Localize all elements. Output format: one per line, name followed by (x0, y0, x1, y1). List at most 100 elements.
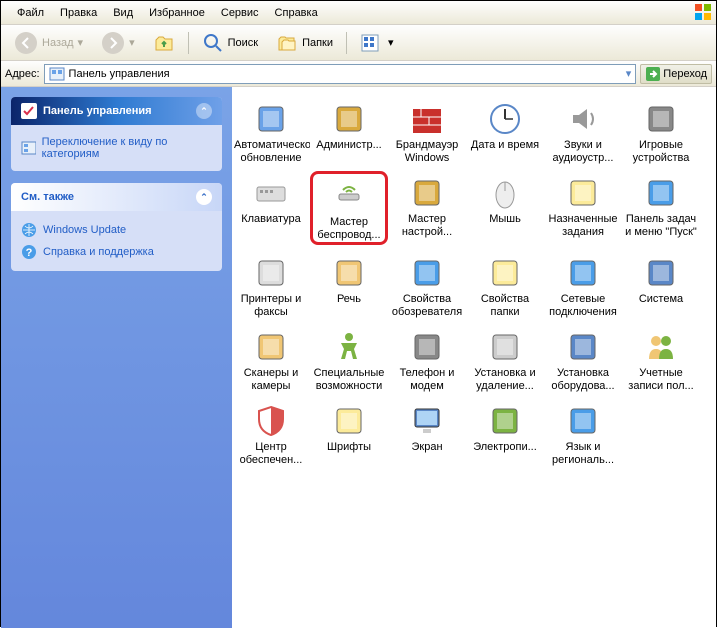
cpl-item-datetime[interactable]: Дата и время (466, 97, 544, 165)
separator (188, 32, 189, 54)
scanners-icon (253, 329, 289, 365)
cpl-item-display[interactable]: Экран (388, 399, 466, 467)
views-button[interactable]: ▾ (353, 30, 401, 56)
panel-title: См. также (21, 191, 74, 203)
menu-item[interactable]: Сервис (213, 3, 267, 23)
printers-icon (253, 255, 289, 291)
globe-icon (21, 222, 37, 238)
toolbar: Назад ▾ ▾ Поиск Папки ▾ (1, 25, 716, 61)
sidebar-link-help[interactable]: ? Справка и поддержка (21, 241, 212, 263)
link-label: Справка и поддержка (43, 246, 154, 258)
icon-label: Звуки и аудиоустр... (544, 139, 622, 165)
cpl-item-security[interactable]: Центр обеспечен... (232, 399, 310, 467)
cpl-item-firewall[interactable]: Брандмауэр Windows (388, 97, 466, 165)
panel-body: Windows Update ? Справка и поддержка (11, 211, 222, 271)
folderopt-icon (487, 255, 523, 291)
checkmark-icon (21, 103, 37, 119)
cpl-item-regional[interactable]: Язык и региональ... (544, 399, 622, 467)
icon-label: Клавиатура (232, 213, 310, 226)
game-icon (643, 101, 679, 137)
icon-label: Система (622, 293, 700, 306)
cpl-item-speech[interactable]: Речь (310, 251, 388, 319)
dropdown-icon[interactable]: ▾ (626, 67, 632, 80)
cpl-item-inetopt[interactable]: Свойства обозревателя (388, 251, 466, 319)
cpl-item-mouse[interactable]: Мышь (466, 171, 544, 245)
cpl-item-game[interactable]: Игровые устройства (622, 97, 700, 165)
menu-item[interactable]: Вид (105, 3, 141, 23)
cpl-item-netconn[interactable]: Сетевые подключения (544, 251, 622, 319)
icon-label: Свойства папки (466, 293, 544, 319)
collapse-icon[interactable]: ⌃ (196, 103, 212, 119)
cpl-item-folderopt[interactable]: Свойства папки (466, 251, 544, 319)
folders-label: Папки (302, 37, 333, 49)
sidebar-link-windows-update[interactable]: Windows Update (21, 219, 212, 241)
cpl-item-addhw[interactable]: Установка оборудова... (544, 325, 622, 393)
separator (346, 32, 347, 54)
addhw-icon (565, 329, 601, 365)
cpl-item-printers[interactable]: Принтеры и факсы (232, 251, 310, 319)
cpl-item-admin[interactable]: Администр... (310, 97, 388, 165)
cpl-item-wireless[interactable]: Мастер беспровод... (310, 171, 388, 245)
link-label: Windows Update (43, 224, 126, 236)
cpl-item-taskbar[interactable]: Панель задач и меню "Пуск" (622, 171, 700, 245)
icon-label: Мышь (466, 213, 544, 226)
security-icon (253, 403, 289, 439)
inetopt-icon (409, 255, 445, 291)
cpl-item-power[interactable]: Электропи... (466, 399, 544, 467)
cpl-item-scanners[interactable]: Сканеры и камеры (232, 325, 310, 393)
address-input-wrapper[interactable]: ▾ (44, 64, 637, 84)
fonts-icon (331, 403, 367, 439)
access-icon (331, 329, 367, 365)
go-label: Переход (663, 68, 707, 80)
cpl-item-fonts[interactable]: Шрифты (310, 399, 388, 467)
cpl-item-phone[interactable]: Телефон и модем (388, 325, 466, 393)
forward-button[interactable]: ▾ (94, 28, 142, 58)
back-button[interactable]: Назад ▾ (7, 28, 90, 58)
cpl-item-netsetup[interactable]: Мастер настрой... (388, 171, 466, 245)
icon-label: Свойства обозревателя (388, 293, 466, 319)
folders-button[interactable]: Папки (269, 29, 340, 57)
icon-label: Экран (388, 441, 466, 454)
menu-item[interactable]: Файл (9, 3, 52, 23)
dropdown-icon: ▾ (129, 36, 135, 49)
phone-icon (409, 329, 445, 365)
cpl-item-keyboard[interactable]: Клавиатура (232, 171, 310, 245)
mouse-icon (487, 175, 523, 211)
menu-item[interactable]: Избранное (141, 3, 213, 23)
control-panel-icon (49, 66, 65, 82)
address-input[interactable] (69, 68, 622, 80)
icon-label: Телефон и модем (388, 367, 466, 393)
sidebar-link-category-view[interactable]: Переключение к виду по категориям (21, 133, 212, 163)
windows-logo-icon (694, 3, 712, 21)
display-icon (409, 403, 445, 439)
search-button[interactable]: Поиск (195, 29, 265, 57)
go-button[interactable]: Переход (640, 64, 712, 84)
cpl-item-users[interactable]: Учетные записи пол... (622, 325, 700, 393)
cpl-item-tasks[interactable]: Назначенные задания (544, 171, 622, 245)
up-button[interactable] (146, 29, 182, 57)
search-label: Поиск (228, 37, 258, 49)
icon-label: Установка и удаление... (466, 367, 544, 393)
wireless-icon (331, 178, 367, 214)
cpl-item-system[interactable]: Система (622, 251, 700, 319)
icon-label: Дата и время (466, 139, 544, 152)
panel-header[interactable]: См. также ⌃ (11, 183, 222, 211)
cpl-item-update[interactable]: Автоматическое обновление (232, 97, 310, 165)
regional-icon (565, 403, 601, 439)
menu-item[interactable]: Справка (267, 3, 326, 23)
collapse-icon[interactable]: ⌃ (196, 189, 212, 205)
icon-label: Мастер беспровод... (313, 216, 385, 242)
icon-label: Мастер настрой... (388, 213, 466, 239)
sidebar-panel-control: Панель управления ⌃ Переключение к виду … (11, 97, 222, 171)
views-icon (360, 33, 384, 53)
cpl-item-access[interactable]: Специальные возможности (310, 325, 388, 393)
icon-label: Панель задач и меню "Пуск" (622, 213, 700, 239)
menu-item[interactable]: Правка (52, 3, 105, 23)
panel-header[interactable]: Панель управления ⌃ (11, 97, 222, 125)
cpl-item-addremove[interactable]: Установка и удаление... (466, 325, 544, 393)
icon-label: Сетевые подключения (544, 293, 622, 319)
folder-up-icon (153, 32, 175, 54)
dropdown-icon: ▾ (388, 36, 394, 49)
cpl-item-sound[interactable]: Звуки и аудиоустр... (544, 97, 622, 165)
icon-label: Установка оборудова... (544, 367, 622, 393)
